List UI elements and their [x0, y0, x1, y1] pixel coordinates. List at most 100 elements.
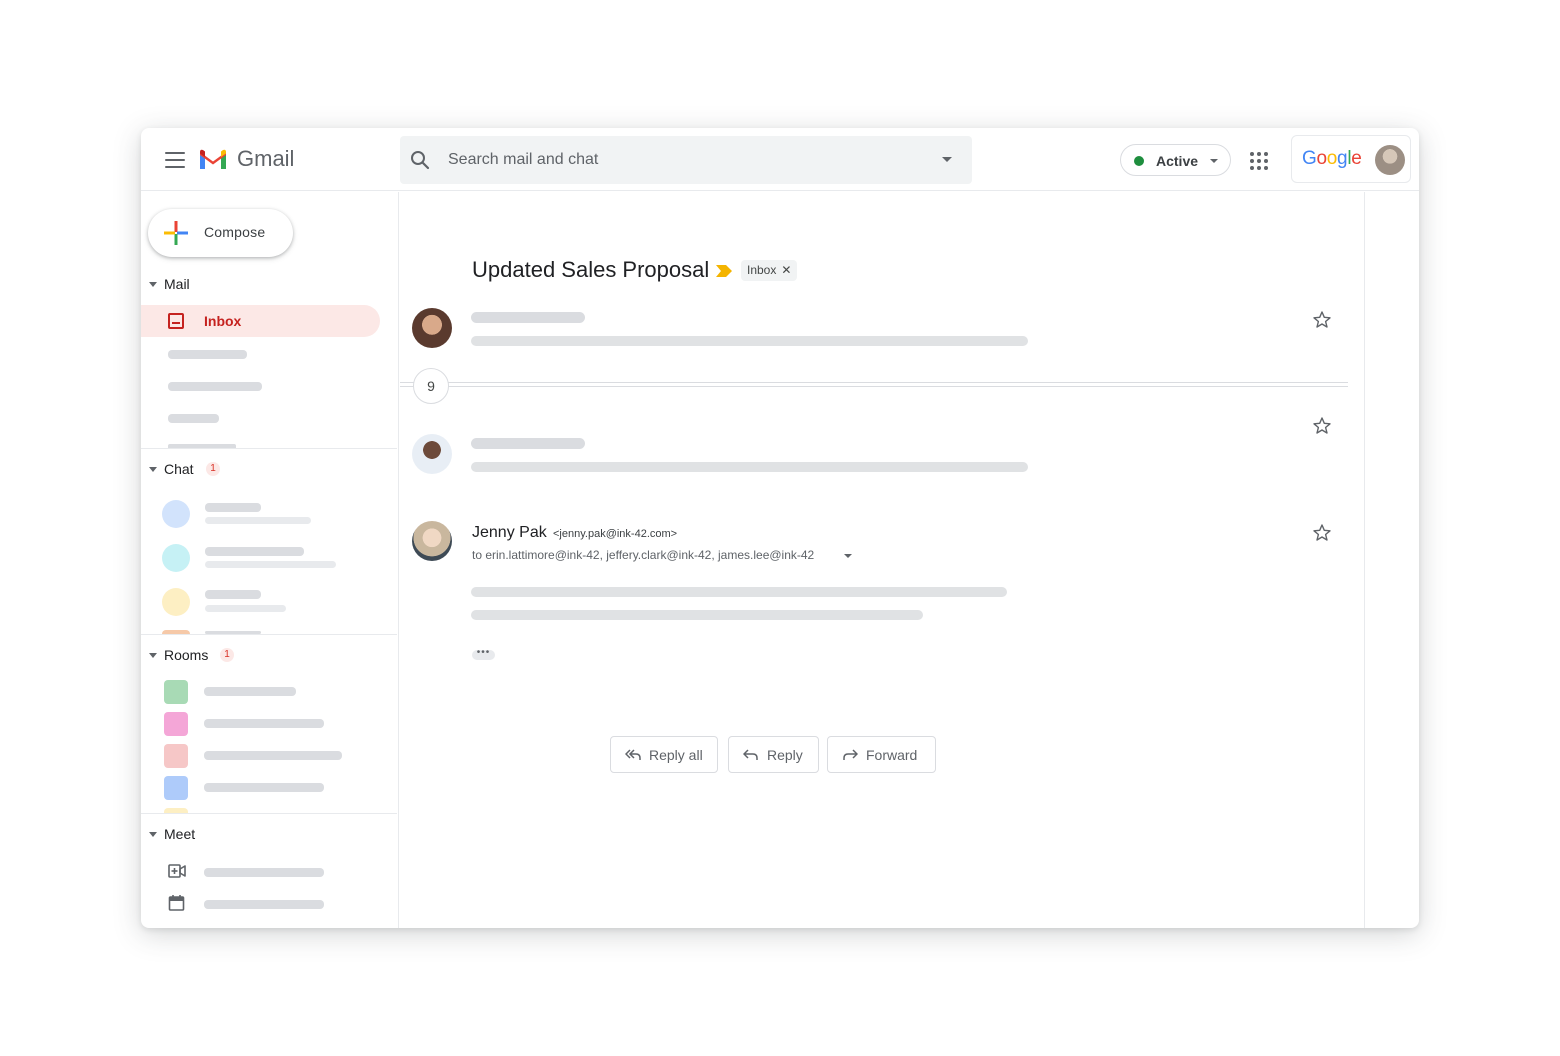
status-chevron-down-icon [1210, 159, 1218, 163]
placeholder-item [205, 517, 311, 524]
reply-button[interactable]: Reply [728, 736, 819, 773]
chat-avatar[interactable] [162, 544, 190, 572]
placeholder-item[interactable] [168, 414, 219, 423]
side-panel-divider [1364, 192, 1365, 928]
compose-label: Compose [204, 224, 266, 240]
placeholder-sender [471, 438, 585, 449]
placeholder-item[interactable] [168, 382, 262, 391]
section-divider [141, 448, 397, 449]
apps-grid-icon[interactable] [1250, 152, 1268, 170]
sender-name[interactable]: Jenny Pak [472, 524, 547, 542]
sidebar-item-inbox[interactable]: Inbox [141, 305, 380, 337]
account-switcher[interactable]: Google [1291, 135, 1411, 183]
forward-label: Forward [866, 747, 918, 763]
star-icon[interactable] [1312, 310, 1332, 330]
recipient-details-chevron-down-icon[interactable] [844, 554, 852, 558]
close-icon[interactable]: ✕ [781, 263, 791, 277]
account-avatar[interactable] [1375, 145, 1405, 175]
calendar-icon[interactable] [168, 895, 186, 911]
room-tile[interactable] [164, 712, 188, 736]
sender-avatar[interactable] [412, 434, 452, 474]
search-icon[interactable] [410, 150, 430, 170]
chat-avatar[interactable] [162, 500, 190, 528]
section-divider [141, 813, 397, 814]
rooms-section-toggle[interactable]: Rooms 1 [141, 645, 261, 667]
room-tile[interactable] [164, 776, 188, 800]
chat-section-toggle[interactable]: Chat 1 [141, 459, 261, 481]
search-bar[interactable]: Search mail and chat [400, 136, 972, 184]
app-name: Gmail [237, 146, 295, 171]
placeholder-item[interactable] [168, 350, 247, 359]
thread-subject: Updated Sales Proposal [472, 257, 710, 282]
placeholder-snippet [471, 336, 1028, 346]
importance-icon[interactable] [716, 265, 732, 277]
placeholder-body-line [471, 610, 923, 620]
star-icon[interactable] [1312, 523, 1332, 543]
collapsed-messages-count[interactable]: 9 [413, 368, 449, 404]
recipient-list: to erin.lattimore@ink-42, jeffery.clark@… [472, 548, 815, 562]
placeholder-item [205, 547, 304, 556]
sidebar: Compose Mail Inbox Chat 1 Rooms 1 Meet [141, 192, 399, 928]
placeholder-item [204, 900, 324, 909]
video-add-icon[interactable] [168, 863, 186, 879]
reply-all-button[interactable]: Reply all [610, 736, 718, 773]
placeholder-body-line [471, 587, 1007, 597]
sidebar-item-label: Inbox [204, 313, 242, 329]
sender-avatar[interactable] [412, 521, 452, 561]
placeholder-item [204, 751, 342, 760]
chevron-down-icon [149, 282, 157, 287]
sender-email: <jenny.pak@ink-42.com> [553, 528, 678, 540]
top-bar: Gmail Search mail and chat Active Google [141, 128, 1419, 191]
show-trimmed-content-button[interactable]: ••• [472, 648, 495, 660]
chevron-down-icon [149, 467, 157, 472]
compose-button[interactable]: Compose [148, 209, 293, 257]
meet-section-label: Meet [164, 826, 196, 842]
placeholder-item [205, 590, 261, 599]
rooms-section-label: Rooms [164, 647, 209, 663]
placeholder-item [205, 605, 286, 612]
chat-avatar[interactable] [162, 588, 190, 616]
mail-section-label: Mail [164, 276, 190, 292]
room-tile[interactable] [164, 680, 188, 704]
reply-all-label: Reply all [649, 747, 703, 763]
thread-view: Updated Sales Proposal Inbox ✕ 9 Jenny Pa… [400, 192, 1364, 928]
placeholder-item [204, 719, 324, 728]
forward-button[interactable]: Forward [827, 736, 936, 773]
placeholder-item [205, 503, 261, 512]
status-selector[interactable]: Active [1120, 144, 1231, 176]
rooms-unread-badge: 1 [220, 648, 234, 662]
forward-icon [843, 749, 858, 760]
placeholder-item [204, 783, 324, 792]
chat-section-label: Chat [164, 461, 194, 477]
chevron-down-icon [149, 832, 157, 837]
gmail-logo-icon[interactable] [199, 148, 227, 170]
chat-unread-badge: 1 [206, 462, 220, 476]
label-chip-text: Inbox [747, 263, 777, 277]
reply-icon [743, 749, 758, 760]
status-label: Active [1156, 153, 1199, 169]
mail-section-toggle[interactable]: Mail [141, 274, 261, 296]
status-dot [1134, 156, 1144, 166]
star-icon[interactable] [1312, 416, 1332, 436]
google-logo: Google [1302, 148, 1362, 169]
placeholder-sender [471, 312, 585, 323]
placeholder-item [204, 687, 296, 696]
inbox-label-chip[interactable]: Inbox ✕ [741, 260, 798, 281]
reply-all-icon [625, 749, 641, 760]
room-tile[interactable] [164, 744, 188, 768]
search-input[interactable]: Search mail and chat [448, 151, 598, 169]
inbox-icon [168, 313, 184, 329]
placeholder-item [205, 561, 336, 568]
reply-label: Reply [767, 747, 803, 763]
gmail-window: Gmail Search mail and chat Active Google [141, 128, 1419, 928]
plus-icon [164, 221, 188, 245]
placeholder-item [204, 868, 324, 877]
menu-icon[interactable] [165, 152, 185, 168]
search-options-chevron-down-icon[interactable] [942, 157, 952, 162]
placeholder-snippet [471, 462, 1028, 472]
sender-avatar[interactable] [412, 308, 452, 348]
meet-section-toggle[interactable]: Meet [141, 824, 261, 846]
collapsed-divider [400, 382, 1348, 383]
section-divider [141, 634, 397, 635]
collapsed-divider [400, 386, 1348, 387]
